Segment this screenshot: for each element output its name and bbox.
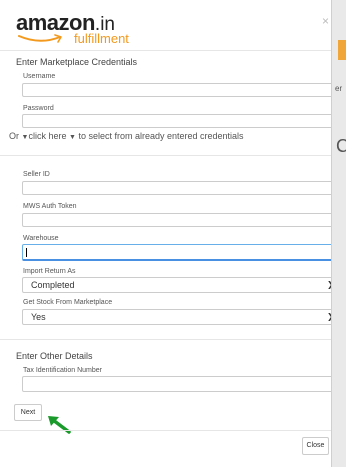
import-return-value: Completed bbox=[31, 280, 75, 290]
close-button[interactable]: Close bbox=[302, 437, 329, 455]
click-here-link[interactable]: click here bbox=[28, 131, 66, 141]
page-backdrop bbox=[330, 0, 346, 467]
username-field[interactable] bbox=[22, 83, 331, 97]
footer-divider bbox=[0, 430, 331, 431]
tax-id-label: Tax Identification Number bbox=[23, 367, 102, 374]
mws-auth-token-field[interactable] bbox=[22, 213, 331, 227]
or-text: Or bbox=[9, 131, 19, 141]
amazon-fulfillment-logo: amazon.in fulfillment bbox=[16, 10, 129, 46]
chevron-down-icon: ❯ bbox=[327, 312, 331, 321]
chevron-down-icon: ❯ bbox=[327, 280, 331, 289]
caret-down-icon: ▼ bbox=[68, 134, 76, 141]
seller-id-label: Seller ID bbox=[23, 171, 50, 178]
text-caret bbox=[26, 248, 27, 257]
seller-id-field[interactable] bbox=[22, 181, 331, 195]
get-stock-label: Get Stock From Marketplace bbox=[23, 299, 113, 306]
backdrop-accent bbox=[338, 40, 346, 60]
mws-auth-token-label: MWS Auth Token bbox=[23, 203, 77, 210]
import-return-label: Import Return As bbox=[23, 268, 76, 275]
backdrop-text: er bbox=[335, 84, 343, 93]
next-button[interactable]: Next bbox=[14, 404, 42, 421]
backdrop-text-large: C bbox=[336, 136, 346, 156]
other-details-title: Enter Other Details bbox=[16, 351, 93, 361]
password-label: Password bbox=[23, 105, 54, 112]
amazon-smile-icon bbox=[18, 34, 62, 43]
saved-credentials-line: Or ▼click here ▼ to select from already … bbox=[9, 131, 244, 141]
credentials-modal: × amazon.in fulfillment Enter Marketplac… bbox=[0, 0, 332, 467]
section-divider bbox=[0, 339, 331, 340]
saved-credentials-text: to select from already entered credentia… bbox=[78, 131, 244, 141]
password-field[interactable] bbox=[22, 114, 331, 128]
get-stock-value: Yes bbox=[31, 312, 46, 322]
import-return-select[interactable]: Completed ❯ bbox=[22, 277, 331, 293]
warehouse-label: Warehouse bbox=[23, 235, 59, 242]
green-arrow-icon bbox=[48, 416, 71, 434]
username-label: Username bbox=[23, 73, 56, 80]
logo-fulfillment-text: fulfillment bbox=[74, 31, 129, 46]
tax-id-field[interactable] bbox=[22, 376, 331, 392]
get-stock-select[interactable]: Yes ❯ bbox=[22, 309, 331, 325]
warehouse-field[interactable] bbox=[22, 244, 331, 261]
marketplace-credentials-title: Enter Marketplace Credentials bbox=[16, 57, 138, 67]
section-divider bbox=[0, 155, 331, 156]
close-icon[interactable]: × bbox=[322, 14, 329, 28]
header-divider bbox=[0, 50, 331, 51]
